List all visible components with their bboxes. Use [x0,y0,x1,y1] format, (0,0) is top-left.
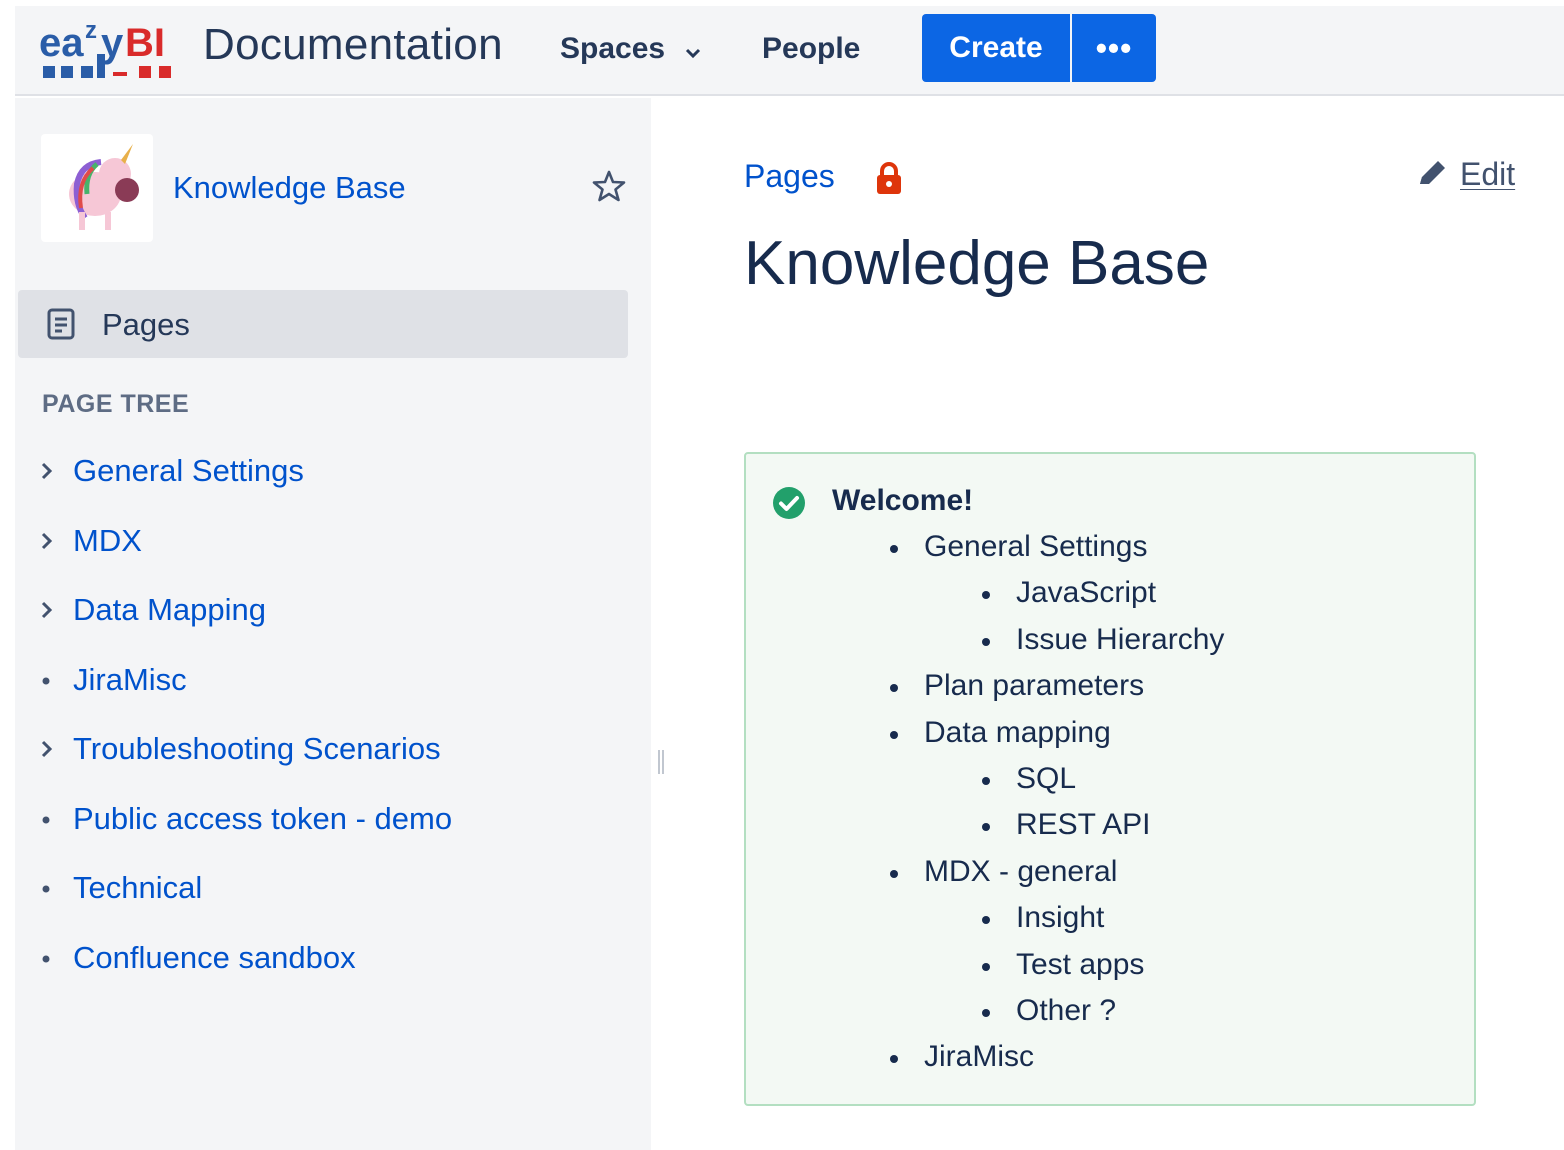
list-item: Data mapping [746,716,1476,762]
list-item-text: Data mapping [924,715,1111,749]
list-item-text: General Settings [924,530,1148,563]
tree-item[interactable]: Confluence sandbox [37,925,627,995]
check-circle-icon [772,486,806,520]
tree-item[interactable]: JiraMisc [37,647,627,717]
bullet-icon [37,943,57,973]
list-item-text: JavaScript [1016,576,1157,610]
page-tree: General Settings MDX Data Mapping JiraMisc T… [37,438,627,994]
list-item: JavaScript [746,576,1476,622]
bullet-icon [982,776,990,785]
list-item-text: Test apps [1016,947,1145,981]
space-name-link[interactable]: Knowledge Base [173,170,406,206]
space-avatar[interactable] [41,134,153,242]
svg-text:BI: BI [125,21,165,65]
sidebar-item-label: Pages [102,307,190,342]
bullet-icon [982,962,990,971]
lock-icon[interactable] [874,160,904,196]
create-button[interactable]: Create [922,14,1070,82]
tree-item-label[interactable]: JiraMisc [73,662,187,698]
chevron-right-icon[interactable] [37,456,57,486]
list-item: Test apps [746,948,1476,994]
tree-item[interactable]: General Settings [37,438,627,508]
people-link[interactable]: People [762,32,860,66]
page-icon [46,308,76,340]
list-item: REST API [746,808,1476,854]
spaces-label: Spaces [560,32,666,65]
bullet-icon [37,804,57,834]
chevron-right-icon[interactable] [37,526,57,556]
chevron-right-icon[interactable] [37,734,57,764]
svg-text:z: z [85,17,97,44]
bullet-icon [890,684,898,693]
app-title[interactable]: Documentation [203,20,503,70]
tree-item-label[interactable]: MDX [73,523,142,559]
list-item-text: JiraMisc [924,1040,1034,1074]
page-title: Knowledge Base [744,229,1210,298]
tree-item-label[interactable]: Troubleshooting Scenarios [73,731,441,767]
list-item-text: Insight [1016,901,1105,935]
list-item: Issue Hierarchy [746,623,1476,669]
list-item-text: SQL [1016,761,1077,795]
list-item: Plan parameters [746,669,1476,715]
chevron-right-icon[interactable] [37,595,57,625]
tree-item[interactable]: MDX [37,508,627,578]
eazybi-logo[interactable]: ea z y BI [39,16,189,80]
list-item: Insight [746,901,1476,947]
page-tree-heading: PAGE TREE [42,390,190,418]
panel-heading: Welcome! [832,484,974,517]
spaces-menu[interactable]: Spaces [560,32,701,67]
tree-item-label[interactable]: Data Mapping [73,592,266,628]
list-item: MDX - general [746,855,1476,901]
tree-item[interactable]: Data Mapping [37,577,627,647]
welcome-info-panel: Welcome! General Settings JavaScript Issue… [744,452,1476,1106]
sidebar-item-pages[interactable]: Pages [18,290,628,358]
tree-item[interactable]: Troubleshooting Scenarios [37,716,627,786]
list-item-text: Plan parameters [924,669,1145,703]
list-item: Other ? [746,994,1476,1040]
bullet-icon [982,916,990,925]
star-icon[interactable] [591,168,627,204]
top-navigation: ea z y BI Documentation Spaces People Cr… [15,6,1564,96]
list-item: SQL [746,762,1476,808]
edit-button[interactable]: Edit [1416,156,1515,196]
chevron-down-icon [685,33,701,67]
bullet-icon [982,637,990,646]
list-item: General Settings [746,530,1476,576]
bullet-icon [982,591,990,600]
svg-text:ea: ea [39,21,84,65]
tree-item-label[interactable]: Public access token - demo [73,801,452,837]
bullet-icon [982,1008,990,1017]
tree-item[interactable]: Public access token - demo [37,786,627,856]
tree-item-label[interactable]: Confluence sandbox [73,940,356,976]
create-more-button[interactable]: ••• [1072,14,1156,82]
list-item-text: Issue Hierarchy [1016,622,1225,656]
bullet-icon [37,665,57,695]
breadcrumb-pages[interactable]: Pages [744,158,835,195]
tree-item-label[interactable]: Technical [73,870,202,906]
pencil-icon [1416,158,1448,196]
bullet-icon [890,869,898,878]
list-item: JiraMisc [746,1040,1476,1086]
bullet-icon [890,730,898,739]
tree-item[interactable]: Technical [37,855,627,925]
list-item-text: MDX - general [924,854,1118,888]
tree-item-label[interactable]: General Settings [73,453,304,489]
space-sidebar: Knowledge Base Pages PAGE TREE General S… [15,98,651,1150]
list-item-text: REST API [1016,808,1151,842]
resize-handle-icon[interactable] [656,748,666,776]
bullet-icon [37,873,57,903]
bullet-icon [982,823,990,832]
welcome-list: General Settings JavaScript Issue Hierarch… [746,530,1476,1087]
list-item-text: Other ? [1016,993,1117,1027]
edit-label: Edit [1460,156,1516,192]
bullet-icon [890,1055,898,1064]
bullet-icon [890,545,898,553]
